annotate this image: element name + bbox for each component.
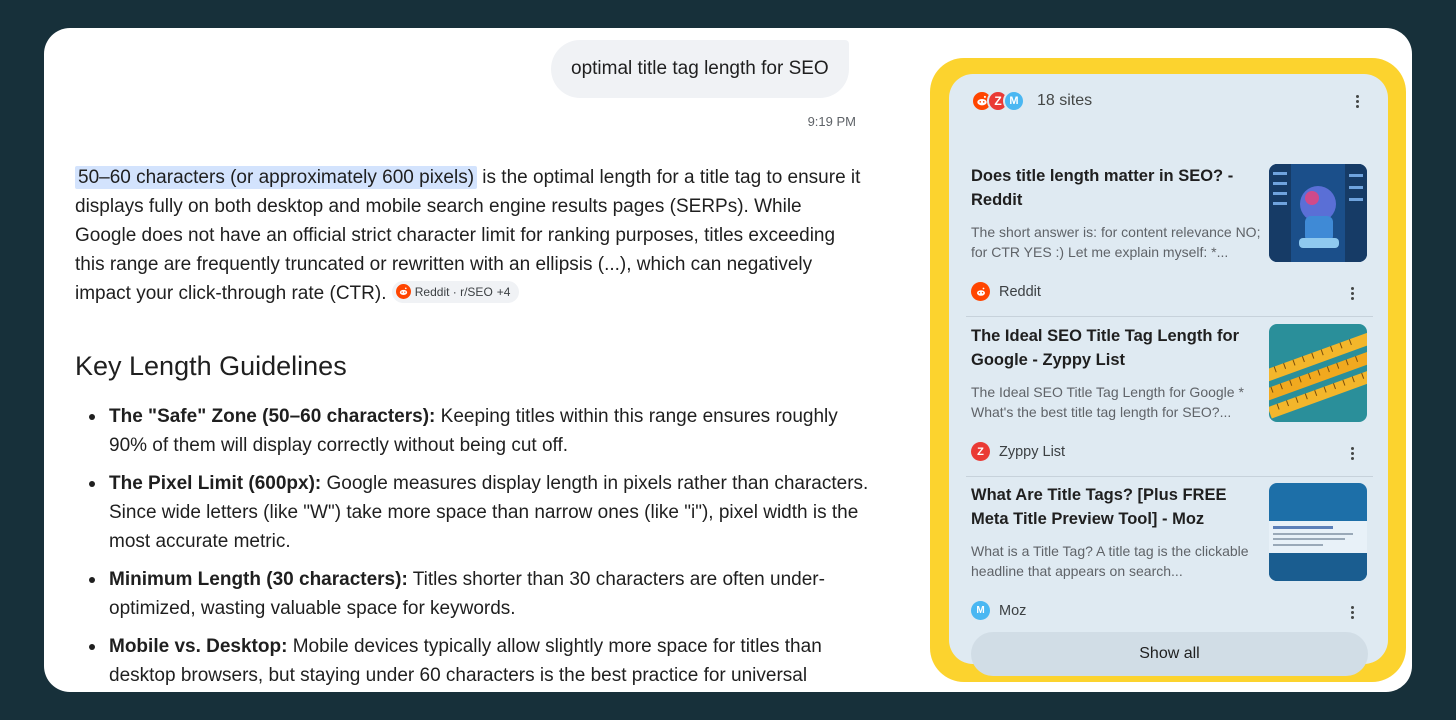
- more-options-icon[interactable]: [1342, 443, 1362, 463]
- sources-panel: Z M 18 sites Does title length matter in…: [949, 74, 1388, 676]
- show-all-button[interactable]: Show all: [971, 632, 1368, 676]
- source-title: Does title length matter in SEO? - Reddi…: [971, 167, 1234, 209]
- guideline-item: Minimum Length (30 characters): Titles s…: [89, 565, 869, 623]
- divider: [966, 316, 1373, 317]
- source-title: What Are Title Tags? [Plus FREE Meta Tit…: [971, 486, 1227, 528]
- answer-highlight: 50–60 characters (or approximately 600 p…: [75, 166, 478, 189]
- moz-icon: M: [1003, 90, 1025, 112]
- divider: [966, 476, 1373, 477]
- sites-count: 18 sites: [1037, 92, 1093, 109]
- source-thumbnail: [1269, 324, 1367, 422]
- citation-more: +4: [496, 284, 511, 299]
- source-site-name: Moz: [999, 602, 1027, 619]
- source-site-name: Zyppy List: [999, 443, 1066, 460]
- source-avatars: Z M: [971, 90, 1025, 112]
- answer-paragraph: 50–60 characters (or approximately 600 p…: [75, 163, 865, 308]
- guideline-item: The Pixel Limit (600px): Google measures…: [89, 469, 869, 556]
- source-card[interactable]: What Are Title Tags? [Plus FREE Meta Tit…: [966, 483, 1373, 643]
- source-card[interactable]: Does title length matter in SEO? - Reddi…: [966, 164, 1373, 324]
- source-thumbnail: [1269, 483, 1367, 581]
- source-thumbnail: [1269, 164, 1367, 262]
- source-site: Z Zyppy List: [971, 442, 1065, 461]
- citation-label: Reddit · r/SEO: [414, 284, 493, 299]
- guideline-term: The Pixel Limit (600px):: [109, 473, 322, 494]
- guidelines-list: The "Safe" Zone (50–60 characters): Keep…: [89, 402, 869, 692]
- source-card[interactable]: The Ideal SEO Title Tag Length for Googl…: [966, 324, 1373, 484]
- sources-header[interactable]: Z M 18 sites: [971, 90, 1092, 112]
- source-site: M Moz: [971, 601, 1026, 620]
- reddit-icon: [395, 284, 411, 299]
- source-snippet: The short answer is: for content relevan…: [971, 224, 1261, 260]
- source-snippet: What is a Title Tag? A title tag is the …: [971, 543, 1249, 579]
- guideline-term: The "Safe" Zone (50–60 characters):: [109, 406, 436, 427]
- guideline-item: Mobile vs. Desktop: Mobile devices typic…: [89, 632, 869, 690]
- reddit-logo-icon: [971, 282, 990, 301]
- more-options-icon[interactable]: [1342, 283, 1362, 303]
- citation-chip[interactable]: Reddit · r/SEO +4: [391, 280, 520, 303]
- user-query-bubble: optimal title tag length for SEO: [551, 40, 849, 98]
- user-query-text: optimal title tag length for SEO: [571, 58, 829, 79]
- chat-window: optimal title tag length for SEO 9:19 PM…: [44, 28, 1412, 692]
- guideline-term: Mobile vs. Desktop:: [109, 636, 288, 657]
- more-options-icon[interactable]: [1342, 602, 1362, 622]
- moz-logo-icon: M: [971, 601, 990, 620]
- source-site-name: Reddit: [999, 283, 1041, 300]
- section-heading: Key Length Guidelines: [75, 351, 347, 381]
- guideline-item: The "Safe" Zone (50–60 characters): Keep…: [89, 402, 869, 460]
- more-options-icon[interactable]: [1347, 91, 1367, 111]
- zyppy-logo-icon: Z: [971, 442, 990, 461]
- source-title: The Ideal SEO Title Tag Length for Googl…: [971, 327, 1239, 369]
- source-site: Reddit: [971, 282, 1041, 301]
- guideline-term: Minimum Length (30 characters):: [109, 569, 408, 590]
- message-timestamp: 9:19 PM: [807, 114, 856, 129]
- source-snippet: The Ideal SEO Title Tag Length for Googl…: [971, 384, 1244, 420]
